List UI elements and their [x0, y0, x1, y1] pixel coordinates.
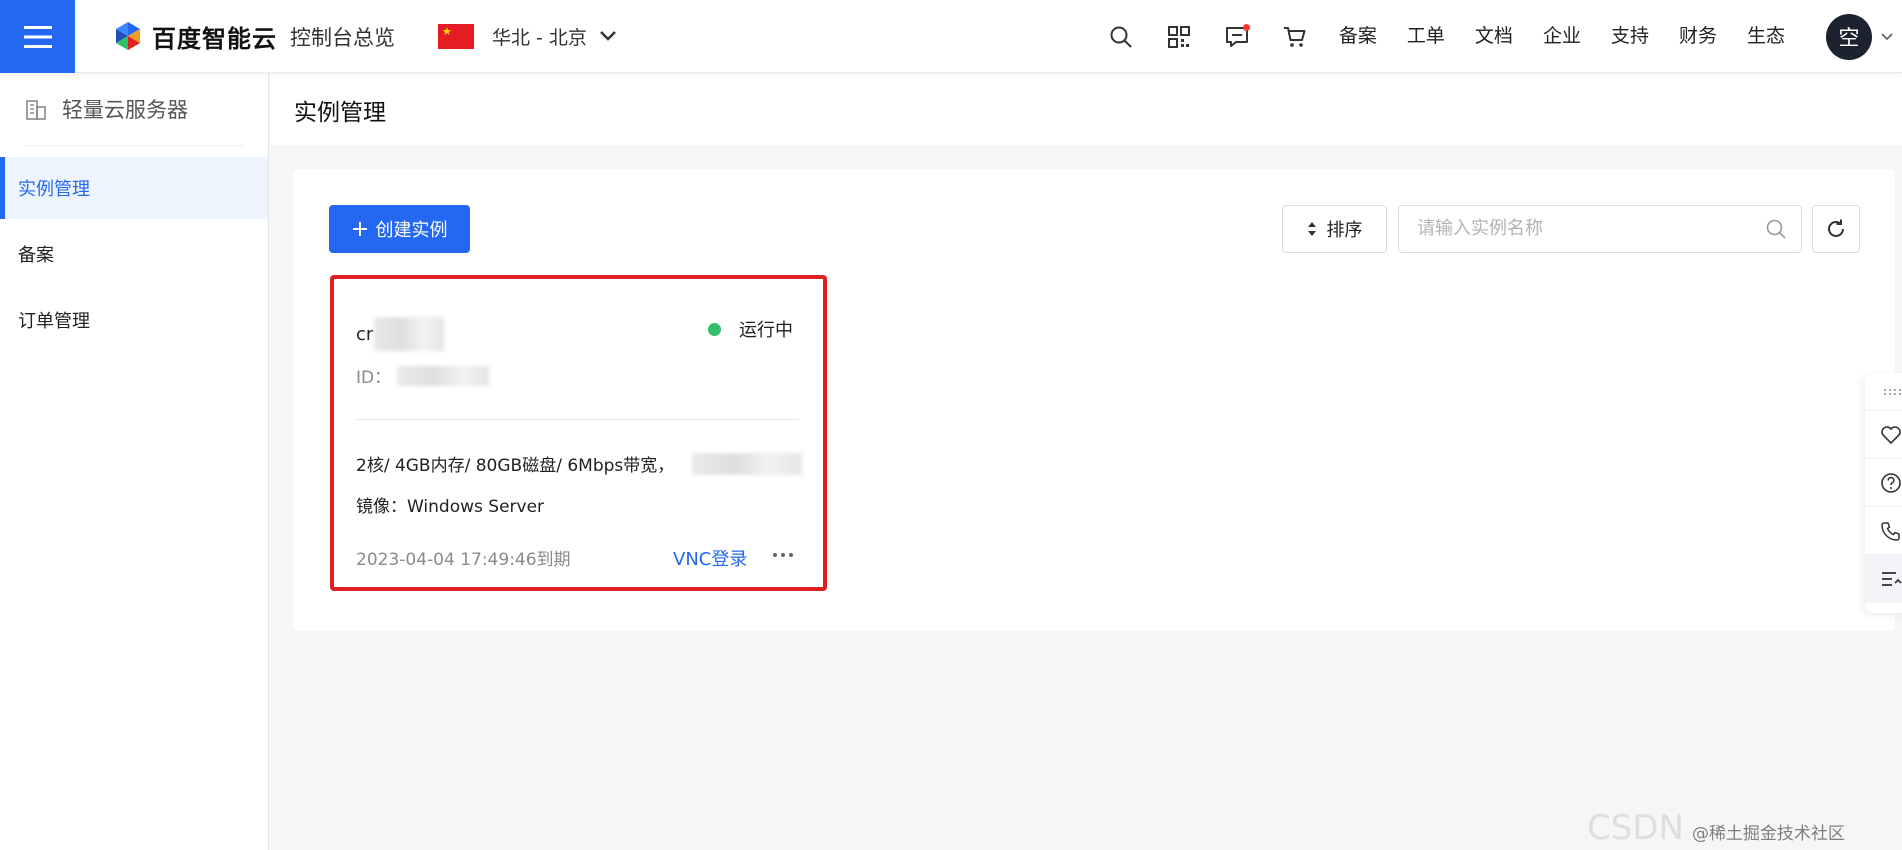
sort-icon	[1307, 222, 1316, 236]
region-selector[interactable]: ★ 华北 - 北京	[438, 20, 617, 52]
sidebar-header: 轻量云服务器	[0, 73, 268, 145]
nav-link-support[interactable]: 支持	[1596, 0, 1664, 73]
instance-status: 运行中	[708, 316, 793, 342]
user-avatar[interactable]: 空	[1826, 13, 1872, 60]
search-icon	[1110, 26, 1132, 48]
page-header: 实例管理	[270, 73, 1902, 145]
sidebar-divider	[24, 145, 244, 146]
phone-icon	[1881, 521, 1900, 541]
message-button[interactable]	[1208, 0, 1266, 73]
floating-toolbar	[1865, 373, 1902, 613]
nav-link-ecosystem[interactable]: 生态	[1732, 0, 1800, 73]
hamburger-menu-button[interactable]	[0, 0, 75, 73]
brand-logo[interactable]: 百度智能云	[112, 18, 277, 54]
create-instance-label: 创建实例	[375, 220, 448, 241]
menu-icon	[23, 25, 52, 48]
sidebar: 轻量云服务器 实例管理 备案 订单管理	[0, 73, 269, 850]
nav-link-enterprise[interactable]: 企业	[1528, 0, 1596, 73]
instance-id-label: ID：	[356, 368, 392, 388]
float-drag-handle[interactable]	[1865, 373, 1902, 411]
help-icon	[1881, 472, 1901, 493]
instance-name-prefix: cr	[356, 323, 374, 345]
instance-id: ID：	[356, 363, 490, 388]
card-divider	[356, 419, 799, 420]
more-actions-button[interactable]	[770, 543, 796, 567]
nav-link-finance[interactable]: 财务	[1664, 0, 1732, 73]
create-instance-button[interactable]: 创建实例	[329, 205, 470, 253]
watermark-main: CSDN	[1587, 808, 1684, 848]
plus-icon	[352, 222, 367, 236]
instance-spec-text: 2核/ 4GB内存/ 80GB磁盘/ 6Mbps带宽，	[356, 456, 675, 476]
chevron-down-icon	[600, 31, 616, 41]
notification-dot	[1242, 24, 1250, 31]
float-phone-button[interactable]	[1865, 507, 1902, 555]
instance-name[interactable]: cr	[356, 317, 445, 351]
instance-expire-time: 2023-04-04 17:49:46到期	[356, 550, 571, 570]
server-building-icon	[26, 100, 46, 120]
console-overview-link[interactable]: 控制台总览	[290, 22, 395, 52]
grip-icon	[1884, 388, 1901, 395]
search-button[interactable]	[1092, 0, 1150, 73]
status-label: 运行中	[739, 320, 793, 341]
list-icon	[1882, 572, 1902, 586]
page-title: 实例管理	[294, 100, 386, 126]
china-flag-icon: ★	[438, 23, 474, 49]
sort-button[interactable]: 排序	[1282, 205, 1387, 253]
nav-link-ticket[interactable]: 工单	[1392, 0, 1460, 73]
float-list-button[interactable]	[1865, 555, 1902, 603]
qrcode-button[interactable]	[1150, 0, 1208, 73]
sidebar-item-instances[interactable]: 实例管理	[0, 157, 268, 219]
instance-spec: 2核/ 4GB内存/ 80GB磁盘/ 6Mbps带宽，	[356, 451, 803, 476]
watermark-sub: @稀土掘金技术社区	[1691, 824, 1845, 844]
search-submit-button[interactable]	[1765, 218, 1787, 245]
refresh-button[interactable]	[1812, 205, 1860, 253]
float-favorite-button[interactable]	[1865, 411, 1902, 459]
nav-link-beian[interactable]: 备案	[1324, 0, 1392, 73]
instance-search-input[interactable]	[1417, 206, 1747, 250]
sidebar-title: 轻量云服务器	[62, 98, 188, 122]
sort-label: 排序	[1326, 220, 1363, 241]
baidu-cloud-logo-icon	[116, 22, 140, 50]
redacted-id	[397, 365, 490, 386]
float-help-button[interactable]	[1865, 459, 1902, 507]
sidebar-item-beian[interactable]: 备案	[0, 223, 268, 285]
status-running-dot	[708, 322, 721, 336]
chevron-down-icon	[1881, 32, 1893, 40]
more-icon	[773, 553, 793, 557]
instance-search-box	[1398, 205, 1802, 253]
qrcode-icon	[1167, 25, 1190, 48]
redacted-name	[374, 317, 445, 351]
user-menu-caret[interactable]	[1872, 32, 1902, 42]
vnc-login-link[interactable]: VNC登录	[673, 545, 747, 571]
top-navbar: 百度智能云 控制台总览 ★ 华北 - 北京 备案 工单 文档 企业 支持 财务 …	[0, 0, 1902, 73]
nav-link-docs[interactable]: 文档	[1460, 0, 1528, 73]
refresh-icon	[1828, 219, 1844, 237]
region-label: 华北 - 北京	[492, 26, 587, 49]
watermark: CSDN @稀土掘金技术社区	[1587, 808, 1845, 848]
cart-button[interactable]	[1266, 0, 1324, 73]
search-icon	[1766, 219, 1786, 239]
top-right-actions: 备案 工单 文档 企业 支持 财务 生态 空	[1092, 0, 1902, 73]
instance-card[interactable]: cr 运行中 ID： 2核/ 4GB内存/ 80GB磁盘/ 6Mbps带宽， 镜…	[330, 275, 827, 591]
brand-name: 百度智能云	[152, 24, 277, 53]
heart-icon	[1881, 425, 1901, 444]
sidebar-item-orders[interactable]: 订单管理	[0, 289, 268, 351]
redacted-ip	[692, 452, 803, 475]
instance-image: 镜像：Windows Server	[356, 497, 545, 517]
cart-icon	[1283, 26, 1306, 47]
